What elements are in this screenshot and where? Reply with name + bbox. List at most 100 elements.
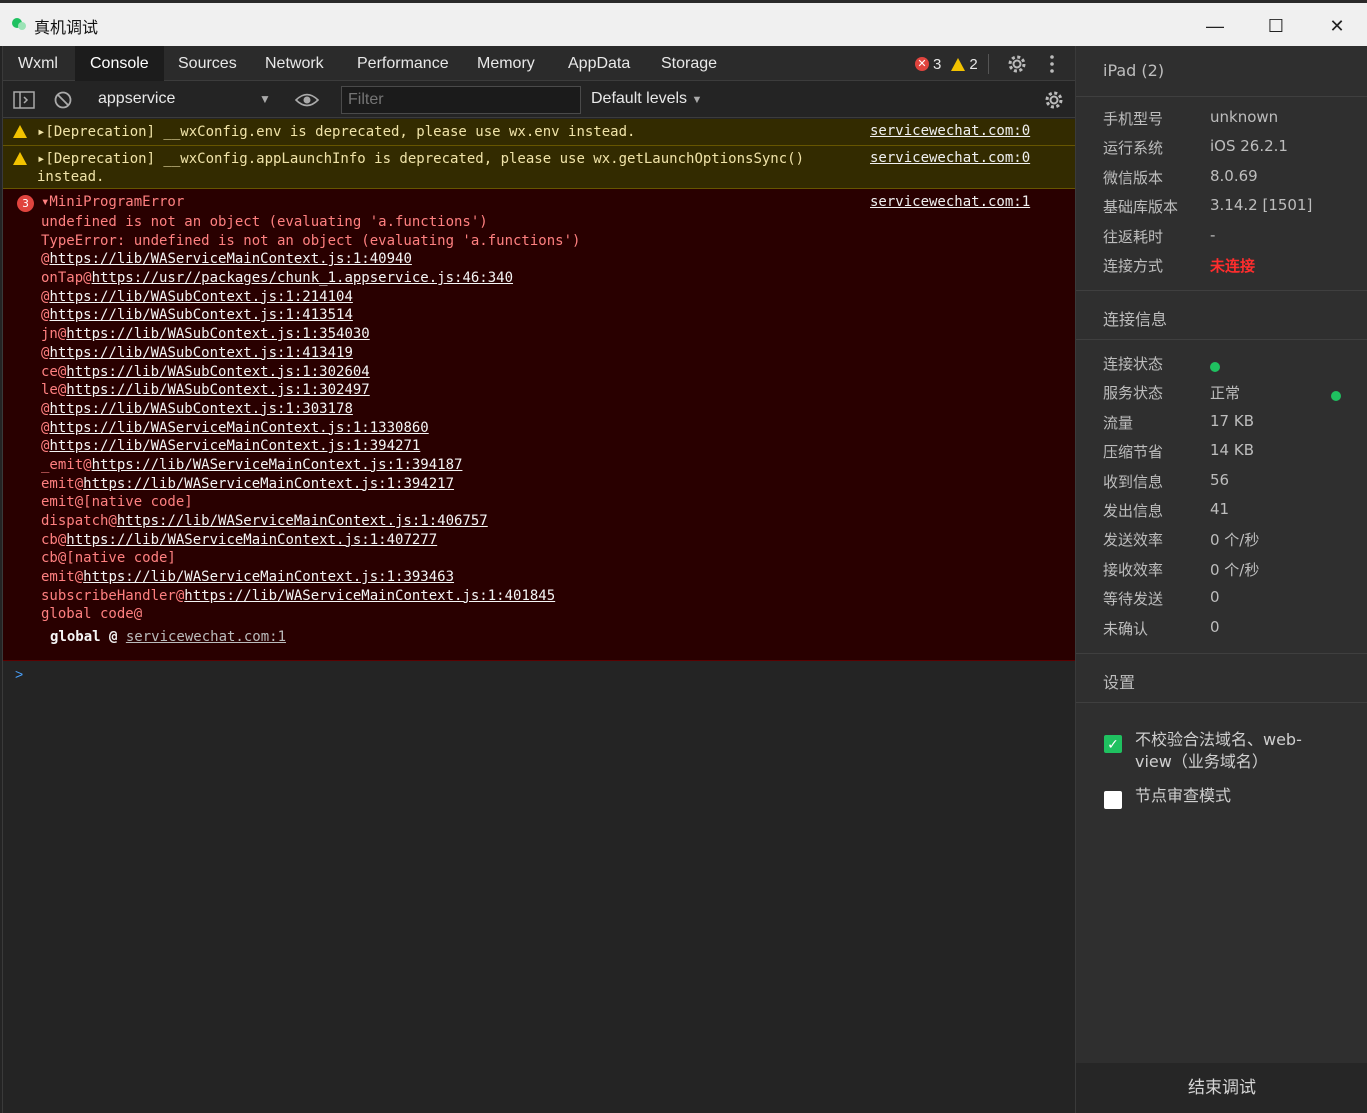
global-source-link[interactable]: servicewechat.com:1 [126,629,286,645]
warning-icon [13,125,27,138]
global-label: global @ [50,629,126,645]
stack-frame: global code@ [41,605,580,624]
stack-frame-link[interactable]: https://lib/WASubContext.js:1:303178 [49,401,352,417]
stack-frame: @https://lib/WAServiceMainContext.js:1:1… [41,419,580,438]
filter-input[interactable] [341,86,581,114]
info-value: 0 个/秒 [1210,560,1260,579]
console-warning-row[interactable]: ▸[Deprecation] __wxConfig.appLaunchInfo … [3,146,1076,189]
stack-frame-function: emit@ [41,569,84,586]
node-inspect-checkbox[interactable] [1104,791,1122,809]
tab-appdata[interactable]: AppData [553,46,645,81]
tab-sources[interactable]: Sources [163,46,252,81]
tab-console[interactable]: Console [75,46,164,81]
minimize-button[interactable]: — [1192,9,1238,43]
error-title[interactable]: ▾MiniProgramError [41,194,184,210]
warning-count: 2 [969,55,978,73]
stack-frame-link[interactable]: https://lib/WASubContext.js:1:413419 [49,345,352,361]
stack-frame-link[interactable]: https://lib/WAServiceMainContext.js:1:39… [92,457,463,473]
close-button[interactable]: ✕ [1314,9,1360,43]
console-warning-row[interactable]: ▸[Deprecation] __wxConfig.env is depreca… [3,119,1076,146]
warning-source-link[interactable]: servicewechat.com:0 [870,123,1030,139]
error-source-link[interactable]: servicewechat.com:1 [870,194,1030,210]
stack-frame-function: emit@[native code] [41,494,193,511]
sidebar-toggle-icon[interactable] [13,90,35,110]
info-key: 连接方式 [1103,257,1164,275]
stack-frame-function: cb@ [41,531,67,548]
skip-domain-check-checkbox[interactable]: ✓ [1104,735,1122,753]
stack-frame: cb@[native code] [41,549,580,568]
info-key: 发送效率 [1103,531,1164,550]
stack-frame-link[interactable]: https://lib/WASubContext.js:1:214104 [49,289,352,305]
info-value: 8.0.69 [1210,166,1258,185]
info-key: 接收效率 [1103,560,1164,579]
tab-memory[interactable]: Memory [462,46,550,81]
device-info-row: 基础库版本 3.14.2 [1501] [1103,196,1363,218]
stack-frame-link[interactable]: https://lib/WASubContext.js:1:413514 [49,307,352,323]
connection-info-row: 未确认 0 [1103,618,1363,640]
connection-info-row: 发送效率 0 个/秒 [1103,529,1363,551]
log-levels-label: Default levels [591,90,688,107]
settings-gear-icon[interactable] [1006,53,1028,75]
window-titlebar: 真机调试 — ☐ ✕ [0,0,1367,46]
connection-info-row: 接收效率 0 个/秒 [1103,559,1363,581]
stack-frame: @https://lib/WAServiceMainContext.js:1:4… [41,250,580,269]
tab-storage[interactable]: Storage [646,46,732,81]
warning-icon [951,57,966,71]
info-key: 压缩节省 [1103,443,1164,462]
tab-performance[interactable]: Performance [342,46,464,81]
info-value: 14 KB [1210,441,1254,460]
stack-frame-link[interactable]: https://lib/WAServiceMainContext.js:1:39… [49,438,420,454]
divider [1076,96,1367,97]
maximize-button[interactable]: ☐ [1253,9,1299,43]
console-settings-gear-icon[interactable] [1043,89,1065,111]
stack-frame-link[interactable]: https://usr//packages/chunk_1.appservice… [92,270,513,286]
stack-frame: @https://lib/WAServiceMainContext.js:1:3… [41,437,580,456]
end-debug-button[interactable]: 结束调试 [1076,1063,1367,1113]
stack-frame: emit@https://lib/WAServiceMainContext.js… [41,475,580,494]
stack-frame: @https://lib/WASubContext.js:1:413514 [41,306,580,325]
info-key: 服务状态 [1103,384,1164,403]
console-error-block[interactable]: 3 ▾MiniProgramError servicewechat.com:1 … [3,189,1076,661]
stack-frame-link[interactable]: https://lib/WAServiceMainContext.js:1:40… [66,532,437,548]
info-value: 未连接 [1210,257,1256,275]
eye-icon[interactable] [295,91,319,109]
error-stack-trace: undefined is not an object (evaluating '… [41,213,580,624]
stack-frame-function: emit@ [41,475,84,492]
window-title: 真机调试 [34,18,99,37]
stack-frame-link[interactable]: https://lib/WAServiceMainContext.js:1:40… [49,251,411,267]
stack-frame-link[interactable]: https://lib/WAServiceMainContext.js:1:40… [117,513,488,529]
divider [987,54,989,74]
warning-source-link[interactable]: servicewechat.com:0 [870,150,1030,166]
device-info-row: 运行系统 iOS 26.2.1 [1103,137,1363,159]
stack-frame: _emit@https://lib/WAServiceMainContext.j… [41,456,580,475]
more-menu-icon[interactable] [1049,54,1055,74]
info-value: 0 [1210,617,1220,636]
info-value: iOS 26.2.1 [1210,137,1288,156]
console-prompt[interactable]: > [15,666,23,682]
issue-counters[interactable]: ✕ 3 2 [915,54,995,74]
stack-frame-link[interactable]: https://lib/WASubContext.js:1:354030 [66,326,369,342]
stack-frame-link[interactable]: https://lib/WASubContext.js:1:302604 [66,364,369,380]
global-call-line: global @ servicewechat.com:1 [50,629,286,645]
stack-frame-link[interactable]: https://lib/WAServiceMainContext.js:1:40… [184,588,555,604]
stack-frame: dispatch@https://lib/WAServiceMainContex… [41,512,580,531]
stack-frame-function: subscribeHandler@ [41,587,185,604]
log-levels-dropdown[interactable]: Default levels ▼ [591,90,702,108]
stack-frame-function: le@ [41,382,67,399]
tab-network[interactable]: Network [250,46,339,81]
stack-frame-link[interactable]: https://lib/WAServiceMainContext.js:1:39… [83,569,454,585]
stack-frame-link[interactable]: https://lib/WAServiceMainContext.js:1:13… [49,420,428,436]
stack-frame: cb@https://lib/WAServiceMainContext.js:1… [41,531,580,550]
stack-frame-link[interactable]: https://lib/WASubContext.js:1:302497 [66,382,369,398]
wechat-devtools-icon [12,18,26,30]
info-key: 发出信息 [1103,502,1164,520]
clear-console-icon[interactable] [53,90,73,110]
tab-wxml[interactable]: Wxml [3,46,73,81]
stack-frame: le@https://lib/WASubContext.js:1:302497 [41,381,580,400]
error-count: 3 [933,55,942,73]
stack-frame-link[interactable]: https://lib/WAServiceMainContext.js:1:39… [83,476,454,492]
context-selector[interactable]: appservice [98,90,175,108]
warning-icon [13,152,27,165]
connection-info-row: 流量 17 KB [1103,412,1363,434]
connection-info-row: 压缩节省 14 KB [1103,441,1363,463]
